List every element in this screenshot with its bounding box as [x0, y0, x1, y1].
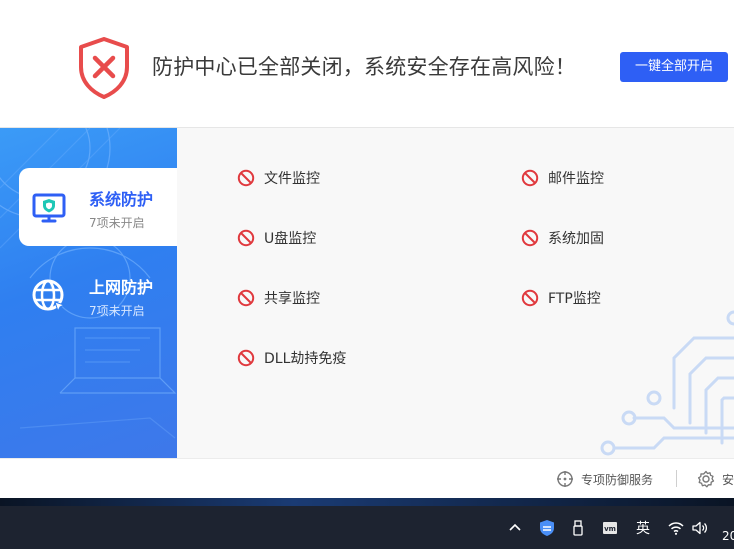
feature-label: DLL劫持免疫: [264, 351, 347, 367]
globe-icon: [32, 279, 66, 313]
gear-icon: [697, 470, 715, 488]
feature-dll-hijack-immunity[interactable]: DLL劫持免疫: [237, 348, 346, 368]
show-hidden-icons-button[interactable]: [505, 518, 525, 538]
disabled-icon: [521, 289, 539, 307]
footer-bar: 专项防御服务 安: [0, 458, 734, 498]
desktop-wallpaper: [0, 498, 734, 506]
tray-security-app[interactable]: [537, 518, 557, 538]
feature-system-hardening[interactable]: 系统加固: [521, 228, 604, 248]
network-status[interactable]: [666, 518, 686, 538]
disabled-icon: [521, 229, 539, 247]
feature-mail-monitor[interactable]: 邮件监控: [521, 168, 604, 188]
protection-warning: 防护中心已全部关闭，系统安全存在高风险！: [152, 55, 576, 79]
feature-usb-monitor[interactable]: U盘监控: [237, 228, 316, 248]
disabled-icon: [237, 169, 255, 187]
feature-label: 文件监控: [264, 171, 320, 187]
feature-label: 邮件监控: [548, 171, 604, 187]
shield-x-icon: [79, 37, 129, 99]
sidebar-item-title: 上网防护: [89, 278, 154, 297]
footer-divider: [676, 470, 677, 487]
input-method-indicator[interactable]: 英: [633, 518, 653, 538]
sidebar-item-subtitle: 7项未开启: [89, 304, 145, 318]
status-header: 防护中心已全部关闭，系统安全存在高风险！ 一键全部开启: [0, 0, 734, 128]
footer-link-label: 安: [722, 472, 734, 487]
feature-ftp-monitor[interactable]: FTP监控: [521, 288, 601, 308]
feature-label: U盘监控: [264, 231, 317, 247]
feature-file-monitor[interactable]: 文件监控: [237, 168, 320, 188]
enable-all-button[interactable]: 一键全部开启: [620, 52, 728, 82]
system-clock[interactable]: 20: [722, 529, 734, 543]
shield-icon: [540, 520, 554, 536]
feature-list-panel: 文件监控 邮件监控 U盘监控 系统加固 共享监控 FTP监控 DLL劫持免疫: [177, 128, 734, 458]
circuit-decoration: [600, 310, 734, 456]
svg-text:vm: vm: [604, 525, 616, 533]
sidebar-item-subtitle: 7项未开启: [89, 216, 145, 230]
vmware-icon: vm: [603, 522, 617, 534]
feature-label: 共享监控: [264, 291, 320, 307]
tray-vmware[interactable]: vm: [600, 518, 620, 538]
protection-sidebar: 系统防护 7项未开启 上网防护 7项未开启: [0, 128, 177, 458]
disabled-icon: [521, 169, 539, 187]
speaker-icon: [692, 521, 708, 535]
tray-usb-device[interactable]: [568, 518, 588, 538]
security-settings-link[interactable]: 安: [697, 469, 734, 489]
footer-link-label: 专项防御服务: [581, 472, 654, 487]
disabled-icon: [237, 229, 255, 247]
feature-share-monitor[interactable]: 共享监控: [237, 288, 320, 308]
usb-drive-icon: [573, 520, 583, 536]
sidebar-item-web-protection[interactable]: 上网防护 7项未开启: [19, 256, 177, 334]
taskbar: vm 英 20: [0, 506, 734, 549]
special-defense-service-link[interactable]: 专项防御服务: [556, 469, 653, 489]
crosshair-icon: [557, 471, 573, 487]
sidebar-item-system-protection[interactable]: 系统防护 7项未开启: [19, 168, 177, 246]
feature-label: 系统加固: [548, 231, 604, 247]
disabled-icon: [237, 289, 255, 307]
volume-control[interactable]: [690, 518, 710, 538]
sidebar-item-title: 系统防护: [89, 190, 154, 209]
monitor-shield-icon: [32, 193, 66, 223]
wifi-icon: [668, 522, 684, 535]
disabled-icon: [237, 349, 255, 367]
chevron-up-icon: [509, 523, 521, 531]
feature-label: FTP监控: [548, 291, 601, 307]
